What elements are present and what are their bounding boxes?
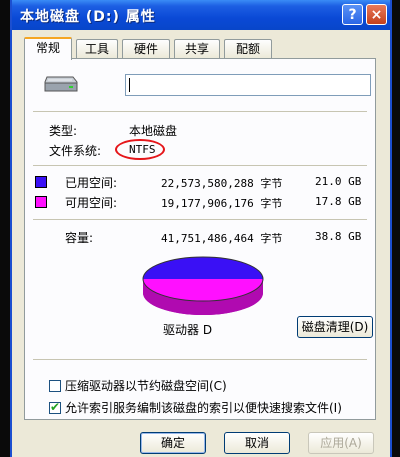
cancel-button[interactable]: 取消 xyxy=(224,432,290,454)
disk-cleanup-button[interactable]: 磁盘清理(D) xyxy=(297,316,373,338)
capacity-label: 容量: xyxy=(65,231,94,245)
text-caret xyxy=(129,78,130,92)
close-button[interactable]: × xyxy=(366,4,387,25)
file-system-label: 文件系统: xyxy=(49,144,102,158)
used-space-label: 已用空间: xyxy=(65,176,118,190)
used-space-swatch xyxy=(35,176,47,188)
tab-hardware[interactable]: 硬件 xyxy=(122,39,170,58)
ok-button[interactable]: 确定 xyxy=(140,432,206,454)
used-space-slice xyxy=(143,257,263,279)
tab-quota[interactable]: 配额 xyxy=(224,39,272,58)
checkmark-icon: ✔ xyxy=(50,400,61,414)
capacity-bytes: 41,751,486,464 字节 xyxy=(161,232,283,245)
used-space-bytes: 22,573,580,288 字节 xyxy=(161,177,283,190)
properties-window: 本地磁盘 (D:) 属性 ? × 常规 工具 硬件 共享 配额 类型: 本地磁盘… xyxy=(10,0,392,457)
compress-label: 压缩驱动器以节约磁盘空间(C) xyxy=(65,379,227,393)
separator xyxy=(33,111,367,112)
highlight-circle xyxy=(115,139,165,160)
capacity-size: 38.8 GB xyxy=(315,230,362,243)
free-space-bytes: 19,177,906,176 字节 xyxy=(161,197,283,210)
window-title: 本地磁盘 (D:) 属性 xyxy=(20,9,156,25)
drive-label: 驱动器 D xyxy=(163,323,213,337)
help-button[interactable]: ? xyxy=(342,4,363,25)
disk-usage-pie xyxy=(142,256,264,315)
free-space-swatch xyxy=(35,196,47,208)
type-value: 本地磁盘 xyxy=(129,124,178,138)
type-label: 类型: xyxy=(49,124,78,138)
compress-option[interactable]: 压缩驱动器以节约磁盘空间(C) xyxy=(49,377,227,394)
free-space-label: 可用空间: xyxy=(65,196,118,210)
separator xyxy=(33,219,367,220)
tab-tools[interactable]: 工具 xyxy=(76,39,118,58)
separator xyxy=(33,165,367,166)
volume-label-input[interactable] xyxy=(125,74,371,96)
title-bar[interactable]: 本地磁盘 (D:) 属性 ? × xyxy=(12,0,390,30)
index-option[interactable]: ✔ 允许索引服务编制该磁盘的索引以便快速搜索文件(I) xyxy=(49,399,342,416)
index-checkbox[interactable]: ✔ xyxy=(49,400,61,414)
used-space-size: 21.0 GB xyxy=(315,175,362,188)
index-label: 允许索引服务编制该磁盘的索引以便快速搜索文件(I) xyxy=(65,401,342,415)
general-panel: 类型: 本地磁盘 文件系统: NTFS 已用空间: 22,573,580,288… xyxy=(24,58,376,420)
hard-drive-icon xyxy=(44,76,78,92)
tab-general[interactable]: 常规 xyxy=(24,37,72,60)
apply-button[interactable]: 应用(A) xyxy=(308,432,374,454)
free-space-size: 17.8 GB xyxy=(315,195,362,208)
tab-sharing[interactable]: 共享 xyxy=(174,39,220,58)
compress-checkbox[interactable] xyxy=(49,380,61,392)
separator xyxy=(33,359,367,360)
